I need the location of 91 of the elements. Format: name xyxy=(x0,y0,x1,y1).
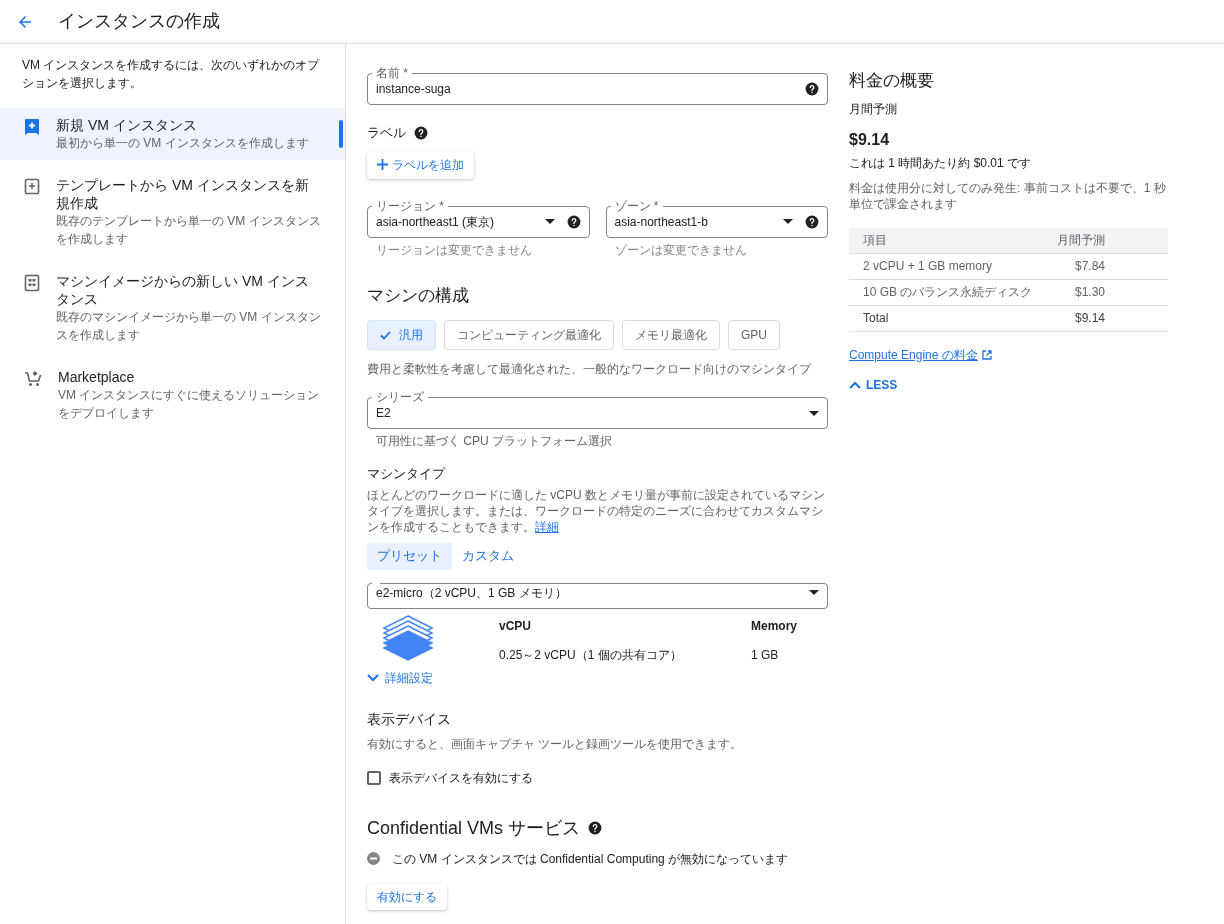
item-description: VM インスタンスにすぐに使えるソリューションをデプロイします xyxy=(58,387,321,422)
field-hint: ゾーンは変更できません xyxy=(613,241,748,259)
status-text: この VM インスタンスでは Confidential Computing が無効になっています xyxy=(392,850,789,868)
help-icon[interactable] xyxy=(566,214,581,229)
subsection-heading: マシンタイプ xyxy=(367,465,447,483)
select-field[interactable]: シリーズ E2 xyxy=(367,391,828,429)
less-toggle[interactable]: LESS xyxy=(849,375,898,394)
table-cell-text: $9.14 xyxy=(1073,310,1105,327)
table-cell-text: 2 vCPU + 1 GB memory xyxy=(862,258,994,275)
disabled-icon xyxy=(367,852,380,865)
column-header: 月間予測 xyxy=(1056,232,1105,249)
dropdown-caret-icon xyxy=(809,590,819,595)
section-heading: マシンの構成 xyxy=(367,284,470,307)
monthly-total: $9.14 xyxy=(849,129,891,150)
select-field[interactable]: ゾーン * asia-northeast1-b xyxy=(605,199,828,238)
item-title: 新規 VM インスタンス xyxy=(56,116,198,134)
sidebar-intro: VM インスタンスを作成するには、次のいずれかのオプションを選択します。 xyxy=(21,57,321,92)
sidebar-item[interactable]: 新規 VM インスタンス 最初から単一の VM インスタンスを作成します xyxy=(0,108,345,160)
dropdown-caret-icon xyxy=(809,410,819,416)
field-hint: リージョンは変更できません xyxy=(375,241,533,259)
display-device-checkbox[interactable]: 表示デバイスを有効にする xyxy=(367,768,828,787)
field-value: E2 xyxy=(376,405,392,422)
spec-heading: vCPU xyxy=(499,617,532,635)
machine-type-select[interactable]: e2-micro（2 vCPU、1 GB メモリ） xyxy=(367,582,828,609)
checkbox[interactable] xyxy=(367,770,381,785)
add-label-button[interactable]: ラベルを追加 xyxy=(367,150,474,179)
section-heading: Confidential VMs サービス xyxy=(367,816,581,840)
item-title: Marketplace xyxy=(58,368,136,386)
page-title: インスタンスの作成 xyxy=(58,10,220,33)
item-title: マシンイメージからの新しい VM インスタンス xyxy=(56,272,310,308)
pricing-subtitle: 月間予測 xyxy=(849,100,898,118)
sidebar-item[interactable]: Marketplace VM インスタンスにすぐに使えるソリューションをデプロイします xyxy=(0,360,345,430)
preset-tab[interactable]: プリセット xyxy=(367,542,452,570)
field-label: 名前 * xyxy=(376,66,408,80)
external-link-icon xyxy=(981,349,992,360)
help-icon[interactable] xyxy=(588,821,603,835)
help-icon[interactable] xyxy=(805,214,819,229)
field-label: リージョン * xyxy=(376,198,444,213)
table-cell-text: $1.30 xyxy=(1073,284,1105,301)
spec-value: 0.25～2 vCPU（1 個の共有コア） xyxy=(499,646,683,664)
spec-heading: Memory xyxy=(751,617,797,635)
plus-icon xyxy=(377,159,388,170)
add-box-icon xyxy=(24,118,40,136)
preset-tab[interactable]: カスタム xyxy=(452,542,524,570)
section-description: 有効にすると、画面キャプチャ ツールと録画ツールを使用できます。 xyxy=(367,735,744,753)
pricing-note: 料金は使用分に対してのみ発生: 事前コストは不要で、1 秒単位で課金されます xyxy=(849,179,1167,212)
server-icon xyxy=(24,274,40,292)
selection-indicator xyxy=(339,120,343,148)
pricing-title: 料金の概要 xyxy=(849,70,935,92)
table-cell-text: Total xyxy=(862,310,890,327)
add-box-icon xyxy=(24,178,40,196)
dropdown-caret-icon xyxy=(783,219,793,224)
enable-button[interactable]: 有効にする xyxy=(367,883,447,910)
chevron-up-icon xyxy=(849,380,861,389)
family-chip[interactable]: GPU xyxy=(728,320,780,350)
check-icon xyxy=(380,330,391,340)
field-value: e2-micro（2 vCPU、1 GB メモリ） xyxy=(376,584,568,602)
sidebar-item[interactable]: テンプレートから VM インスタンスを新規作成 既存のテンプレートから単一の VM インスタンスを作成します xyxy=(0,168,345,256)
item-description: 既存のテンプレートから単一の VM インスタンスを作成します xyxy=(56,213,321,248)
spec-value: 1 GB xyxy=(751,646,780,664)
table-cell-text: 10 GB のバランス永続ディスク xyxy=(862,284,1034,301)
machine-type-description: ほとんどのワークロードに適した vCPU 数とメモリ量が事前に設定されているマシンタイプを選択します。または、ワークロードの特定のニーズに合わせてカスタムマシンを作成することもできます。詳細 xyxy=(367,486,826,535)
select-field[interactable]: リージョン * asia-northeast1 (東京) xyxy=(367,199,590,238)
chevron-down-icon xyxy=(367,673,379,682)
item-description: 最初から単一の VM インスタンスを作成します xyxy=(56,135,309,152)
details-link[interactable]: 詳細 xyxy=(535,519,559,534)
section-label: ラベル xyxy=(367,124,406,142)
cart-icon xyxy=(24,370,42,388)
field-value: asia-northeast1 (東京) xyxy=(376,213,496,231)
subsection-heading: 表示デバイス xyxy=(367,709,452,729)
help-icon[interactable] xyxy=(414,125,428,140)
family-chip[interactable]: メモリ最適化 xyxy=(622,320,720,350)
table-cell-text: $7.84 xyxy=(1073,258,1105,275)
field-label: シリーズ xyxy=(376,390,424,404)
section-description: 費用と柔軟性を考慮して最適化された、一般的なワークロード向けのマシンタイプ xyxy=(367,361,813,378)
column-header: 項目 xyxy=(862,232,888,249)
dropdown-caret-icon xyxy=(544,219,555,224)
help-icon[interactable] xyxy=(805,82,819,96)
field-hint: 可用性に基づく CPU プラットフォーム選択 xyxy=(375,433,613,450)
field-label: ゾーン * xyxy=(614,198,659,213)
hourly-estimate: これは 1 時間あたり約 $0.01 です xyxy=(849,154,1033,172)
sidebar-item[interactable]: マシンイメージからの新しい VM インスタンス 既存のマシンイメージから単一の VM インスタンスを作成します xyxy=(0,264,345,352)
advanced-toggle[interactable]: 詳細設定 xyxy=(367,668,433,687)
item-description: 既存のマシンイメージから単一の VM インスタンスを作成します xyxy=(56,309,321,344)
family-chip[interactable]: 汎用 xyxy=(367,320,436,350)
family-chip[interactable]: コンピューティング最適化 xyxy=(444,320,614,350)
pricing-link[interactable]: Compute Engine の料金 xyxy=(849,345,992,364)
field-value: instance-suga xyxy=(376,81,452,98)
name-field[interactable]: 名前 * instance-suga xyxy=(367,67,828,105)
field-value: asia-northeast1-b xyxy=(614,213,709,231)
item-title: テンプレートから VM インスタンスを新規作成 xyxy=(56,176,310,212)
